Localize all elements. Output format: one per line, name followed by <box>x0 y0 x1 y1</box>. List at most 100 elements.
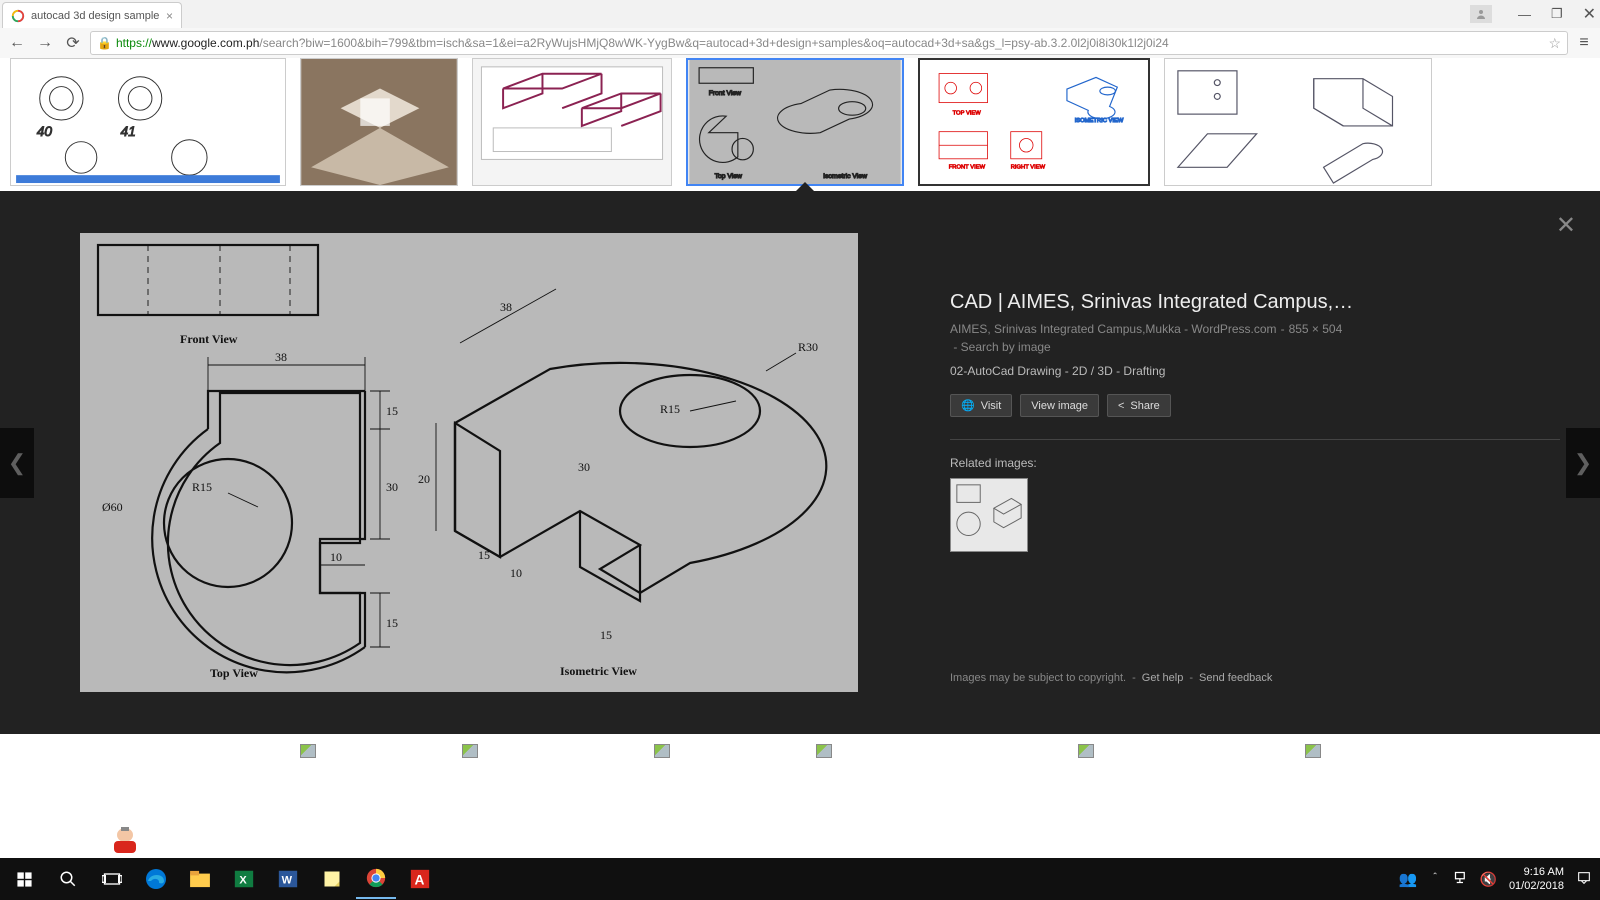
cad-dim-10: 10 <box>330 550 342 564</box>
url-path: /search?biw=1600&bih=799&tbm=isch&sa=1&e… <box>259 36 1168 50</box>
reload-button[interactable]: ⟳ <box>62 33 84 53</box>
tab-title: autocad 3d design sample <box>31 10 159 22</box>
cad-dim-38: 38 <box>275 350 287 364</box>
globe-icon: 🌐 <box>961 399 975 412</box>
url-host: www.google.com.ph <box>152 36 259 50</box>
related-thumb[interactable] <box>950 478 1028 552</box>
cad-iso-30: 30 <box>578 460 590 474</box>
visit-button[interactable]: 🌐Visit <box>950 394 1012 417</box>
taskbar-clock[interactable]: 9:16 AM 01/02/2018 <box>1509 865 1564 894</box>
task-view-button[interactable] <box>92 859 132 899</box>
image-dimensions: 855 × 504 <box>1289 322 1343 336</box>
windows-taskbar: X W A 👥 ＾ 🔇 9:16 AM 01/02/2018 <box>0 858 1600 900</box>
tab-strip: autocad 3d design sample × — ❐ ✕ <box>0 0 1600 28</box>
image-title[interactable]: CAD | AIMES, Srinivas Integrated Campus,… <box>950 291 1560 314</box>
svg-text:41: 41 <box>120 124 135 139</box>
assistant-character-icon <box>100 823 150 858</box>
clock-date: 01/02/2018 <box>1509 879 1564 893</box>
svg-text:A: A <box>415 873 425 888</box>
notifications-tray-icon[interactable] <box>1576 870 1592 889</box>
broken-image-icon[interactable] <box>300 744 316 758</box>
broken-image-icon[interactable] <box>1078 744 1094 758</box>
page-content: 40 41 Front View Top View Isometric View <box>0 58 1600 858</box>
excel-app-icon[interactable]: X <box>224 859 264 899</box>
broken-image-icon[interactable] <box>816 744 832 758</box>
cad-iso-r15: R15 <box>660 402 680 416</box>
svg-text:Isometric View: Isometric View <box>823 173 867 180</box>
share-button[interactable]: <Share <box>1107 394 1171 417</box>
tray-chevron-icon[interactable]: ＾ <box>1430 871 1441 887</box>
cad-iso-15b: 15 <box>600 628 612 642</box>
cad-r15-label: R15 <box>192 480 212 494</box>
view-image-button[interactable]: View image <box>1020 394 1099 417</box>
broken-image-icon[interactable] <box>1305 744 1321 758</box>
google-favicon-icon <box>11 9 25 23</box>
divider <box>950 439 1560 440</box>
svg-text:Top View: Top View <box>715 173 742 180</box>
viewer-footer: Images may be subject to copyright.-Get … <box>950 672 1560 684</box>
copyright-text: Images may be subject to copyright. <box>950 672 1126 684</box>
svg-text:FRONT VIEW: FRONT VIEW <box>949 165 986 171</box>
address-bar[interactable]: 🔒 https://www.google.com.ph/search?biw=1… <box>90 31 1568 55</box>
image-viewer: ❮ ❯ ✕ Front View <box>0 191 1600 734</box>
profile-icon[interactable] <box>1470 5 1492 23</box>
chrome-menu-icon[interactable]: ≡ <box>1574 34 1594 52</box>
result-thumb[interactable]: TOP VIEW FRONT VIEW RIGHT VIEW ISOMETRIC… <box>918 58 1150 186</box>
cad-iso-r30: R30 <box>798 340 818 354</box>
close-viewer-button[interactable]: ✕ <box>1556 211 1576 240</box>
broken-image-icon[interactable] <box>654 744 670 758</box>
svg-text:Front View: Front View <box>709 90 741 97</box>
cad-iso-view-label: Isometric View <box>560 664 637 678</box>
sticky-notes-icon[interactable] <box>312 859 352 899</box>
cad-front-view-label: Front View <box>180 332 238 346</box>
search-by-image-link[interactable]: Search by image <box>961 340 1051 354</box>
svg-text:40: 40 <box>37 124 53 139</box>
cad-iso-10: 10 <box>510 566 522 580</box>
cad-iso-38: 38 <box>500 300 512 314</box>
volume-tray-icon[interactable]: 🔇 <box>1480 871 1497 888</box>
window-minimize-icon[interactable]: — <box>1518 7 1531 22</box>
cad-dim-30: 30 <box>386 480 398 494</box>
search-button[interactable] <box>48 859 88 899</box>
browser-tab[interactable]: autocad 3d design sample × <box>2 2 182 28</box>
result-thumb[interactable] <box>300 58 458 186</box>
thumbnail-row: 40 41 Front View Top View Isometric View <box>0 58 1600 191</box>
autocad-app-icon[interactable]: A <box>400 859 440 899</box>
svg-text:W: W <box>282 875 293 887</box>
word-app-icon[interactable]: W <box>268 859 308 899</box>
edge-app-icon[interactable] <box>136 859 176 899</box>
next-image-button[interactable]: ❯ <box>1566 428 1600 498</box>
cad-iso-15a: 15 <box>478 548 490 562</box>
forward-button[interactable]: → <box>34 34 56 52</box>
result-thumb[interactable]: 40 41 <box>10 58 286 186</box>
send-feedback-link[interactable]: Send feedback <box>1199 672 1272 684</box>
back-button[interactable]: ← <box>6 34 28 52</box>
start-button[interactable] <box>4 859 44 899</box>
image-source[interactable]: AIMES, Srinivas Integrated Campus,Mukka … <box>950 322 1277 336</box>
cad-iso-20: 20 <box>418 472 430 486</box>
result-thumb[interactable] <box>1164 58 1432 186</box>
get-help-link[interactable]: Get help <box>1142 672 1184 684</box>
people-tray-icon[interactable]: 👥 <box>1399 870 1418 888</box>
broken-image-icon[interactable] <box>462 744 478 758</box>
result-thumb[interactable] <box>472 58 672 186</box>
image-source-line: AIMES, Srinivas Integrated Campus,Mukka … <box>950 320 1560 356</box>
result-thumb-selected[interactable]: Front View Top View Isometric View <box>686 58 904 186</box>
svg-text:RIGHT VIEW: RIGHT VIEW <box>1011 165 1046 171</box>
clock-time: 9:16 AM <box>1509 865 1564 879</box>
chrome-app-icon[interactable] <box>356 859 396 899</box>
main-image[interactable]: Front View R15 Ø6 <box>80 233 858 692</box>
cad-dim-15a: 15 <box>386 404 398 418</box>
bookmark-star-icon[interactable]: ☆ <box>1548 35 1561 52</box>
window-maximize-icon[interactable]: ❐ <box>1551 6 1563 22</box>
network-tray-icon[interactable] <box>1453 870 1468 888</box>
window-close-icon[interactable]: ✕ <box>1583 4 1596 24</box>
share-icon: < <box>1118 400 1124 412</box>
next-row-thumbs <box>0 734 1600 774</box>
tab-close-icon[interactable]: × <box>166 9 173 23</box>
svg-text:ISOMETRIC VIEW: ISOMETRIC VIEW <box>1075 118 1124 124</box>
prev-image-button[interactable]: ❮ <box>0 428 34 498</box>
file-explorer-icon[interactable] <box>180 859 220 899</box>
cad-top-view-label: Top View <box>210 666 258 680</box>
action-buttons: 🌐Visit View image <Share <box>950 394 1560 417</box>
